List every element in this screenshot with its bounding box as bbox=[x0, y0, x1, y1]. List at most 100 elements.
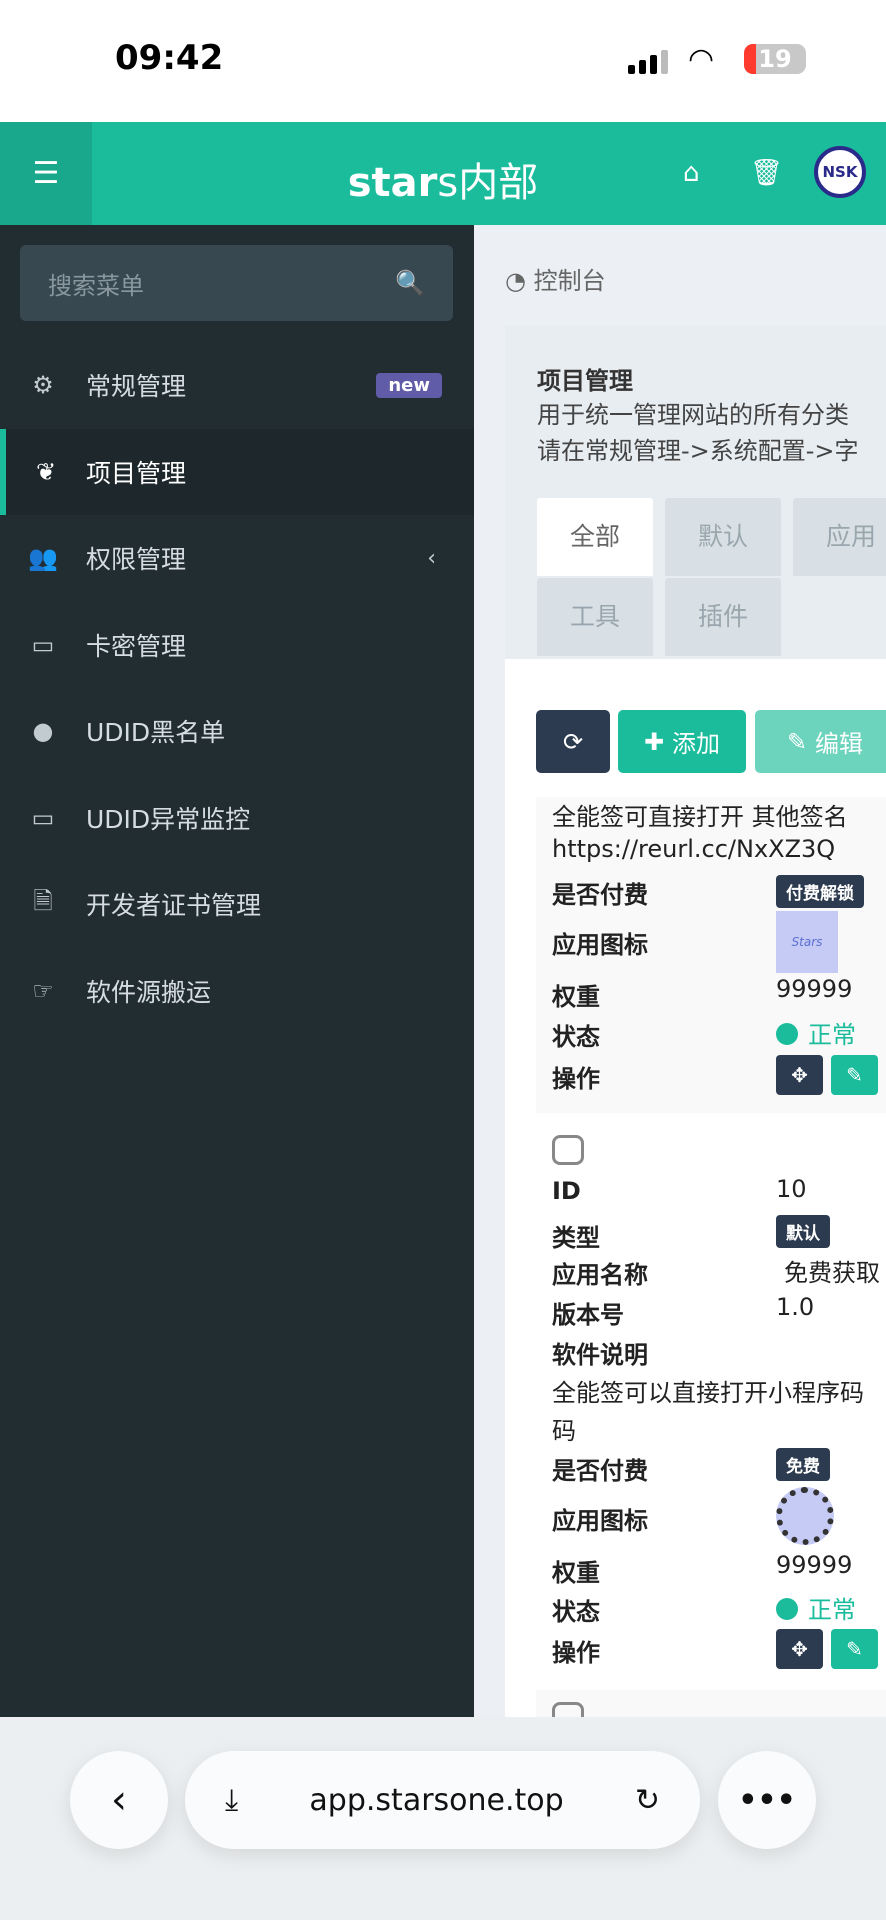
avatar[interactable]: NSK bbox=[814, 146, 866, 198]
sidebar: 搜索菜单 🔍 ⚙ 常规管理 new ❦ 项目管理 👥 权限管理 ‹ ▭ 卡密管理 ● UDID黑… bbox=[0, 225, 474, 1717]
edit-row-icon[interactable]: ✎ bbox=[831, 1629, 878, 1669]
field-label: 版本号 bbox=[552, 1301, 624, 1329]
address-bar[interactable]: ⤓ app.starsone.top ↻ bbox=[185, 1751, 700, 1849]
sidebar-item-label: 项目管理 bbox=[86, 459, 187, 488]
paid-badge: 免费 bbox=[776, 1448, 830, 1481]
field-label: 操作 bbox=[552, 1065, 600, 1093]
sidebar-item-certificates[interactable]: 🗎 开发者证书管理 bbox=[0, 861, 474, 947]
bomb-icon: ● bbox=[32, 717, 54, 745]
record-description: 全能签可直接打开 其他签名 bbox=[552, 803, 848, 831]
more-button[interactable]: ••• bbox=[718, 1751, 816, 1849]
search-placeholder: 搜索菜单 bbox=[48, 271, 144, 300]
row-checkbox[interactable] bbox=[552, 1702, 584, 1717]
trash-icon[interactable]: 🗑 bbox=[750, 158, 783, 188]
sidebar-item-general[interactable]: ⚙ 常规管理 new bbox=[0, 342, 474, 428]
url-text[interactable]: app.starsone.top bbox=[309, 1783, 563, 1818]
chevron-left-icon: ‹ bbox=[111, 1777, 127, 1823]
wifi-icon: ◠ bbox=[688, 42, 715, 77]
app-icon-image: Stars bbox=[776, 911, 838, 973]
tab-tools[interactable]: 工具 bbox=[537, 578, 653, 656]
top-navbar: ☰ stars内部 ⌂ 🗑 NSK bbox=[0, 122, 886, 225]
move-icon[interactable]: ✥ bbox=[776, 1055, 823, 1095]
brand-bold: star bbox=[347, 160, 438, 206]
sidebar-item-label: UDID黑名单 bbox=[86, 718, 226, 747]
record-card: 全能签可直接打开 其他签名 https://reurl.cc/NxXZ3Q 是否… bbox=[536, 797, 886, 1113]
dashboard-icon: ◔ bbox=[505, 267, 534, 295]
weight-value: 99999 bbox=[776, 1551, 853, 1579]
back-button[interactable]: ‹ bbox=[70, 1751, 168, 1849]
add-button[interactable]: ✚ 添加 bbox=[618, 710, 746, 773]
record-card: ID 10 类型 默认 应用名称 免费获取 版本号 1.0 软件说明 全能签可以… bbox=[536, 1115, 886, 1685]
search-menu-input[interactable]: 搜索菜单 🔍 bbox=[20, 245, 453, 321]
field-label: 软件说明 bbox=[552, 1341, 648, 1369]
main-content: ◔ 控制台 项目管理 用于统一管理网站的所有分类 请在常规管理->系统配置->字… bbox=[474, 225, 886, 1717]
move-icon[interactable]: ✥ bbox=[776, 1629, 823, 1669]
users-icon: 👥 bbox=[28, 544, 58, 572]
sidebar-item-cards[interactable]: ▭ 卡密管理 bbox=[0, 602, 474, 688]
field-label: 状态 bbox=[552, 1598, 600, 1626]
sidebar-item-source-transfer[interactable]: ☞ 软件源搬运 bbox=[0, 948, 474, 1034]
file-excel-icon: 🗎 bbox=[33, 886, 53, 915]
field-label: 是否付费 bbox=[552, 1457, 648, 1485]
field-label: 是否付费 bbox=[552, 881, 648, 909]
chevron-left-icon: ‹ bbox=[427, 545, 436, 571]
clock: 09:42 bbox=[115, 38, 224, 78]
tab-default[interactable]: 默认 bbox=[665, 498, 781, 576]
breadcrumb[interactable]: ◔ 控制台 bbox=[505, 261, 606, 296]
hand-point-icon: ☞ bbox=[32, 977, 54, 1005]
home-icon[interactable]: ⌂ bbox=[683, 158, 700, 188]
download-icon[interactable]: ⤓ bbox=[225, 1783, 238, 1818]
panel-description: 用于统一管理网站的所有分类 bbox=[537, 401, 849, 429]
add-label: 添加 bbox=[672, 730, 721, 758]
type-badge: 默认 bbox=[776, 1215, 830, 1248]
sidebar-item-projects[interactable]: ❦ 项目管理 bbox=[0, 429, 474, 515]
field-label: 操作 bbox=[552, 1639, 600, 1667]
qr-code-icon bbox=[776, 1487, 834, 1545]
refresh-button[interactable]: ⟳ bbox=[536, 710, 610, 773]
field-label: 状态 bbox=[552, 1023, 600, 1051]
tab-apps[interactable]: 应用 bbox=[793, 498, 886, 576]
battery-level: 19 bbox=[758, 45, 792, 73]
row-checkbox[interactable] bbox=[552, 1135, 584, 1165]
version-value: 1.0 bbox=[776, 1293, 815, 1321]
field-label: 应用图标 bbox=[552, 931, 648, 959]
plus-icon: ✚ bbox=[643, 727, 665, 756]
leaf-icon: ❦ bbox=[35, 458, 57, 486]
status-bar: 09:42 ◠ 19 bbox=[0, 0, 886, 122]
edit-label: 编辑 bbox=[815, 730, 864, 758]
sidebar-item-udid-blacklist[interactable]: ● UDID黑名单 bbox=[0, 688, 474, 774]
tab-plugins[interactable]: 插件 bbox=[665, 578, 781, 656]
status-value: 正常 bbox=[776, 1590, 856, 1625]
browser-toolbar: ‹ ⤓ app.starsone.top ↻ ••• bbox=[0, 1717, 886, 1920]
edit-row-icon[interactable]: ✎ bbox=[831, 1055, 878, 1095]
search-icon[interactable]: 🔍 bbox=[395, 269, 425, 297]
sidebar-item-permissions[interactable]: 👥 权限管理 ‹ bbox=[0, 515, 474, 601]
edit-button[interactable]: ✎ 编辑 bbox=[755, 710, 886, 773]
sidebar-item-label: 卡密管理 bbox=[86, 632, 187, 661]
battery-icon: 19 bbox=[744, 44, 806, 74]
panel-header: 项目管理 用于统一管理网站的所有分类 请在常规管理->系统配置->字 全部 默认… bbox=[505, 325, 886, 659]
sidebar-item-label: UDID异常监控 bbox=[86, 805, 251, 834]
refresh-icon: ⟳ bbox=[562, 727, 584, 756]
sidebar-item-label: 软件源搬运 bbox=[86, 978, 212, 1007]
sidebar-item-udid-monitor[interactable]: ▭ UDID异常监控 bbox=[0, 775, 474, 861]
app-name-value: 免费获取 bbox=[784, 1259, 880, 1287]
field-label: 权重 bbox=[552, 983, 600, 1011]
signal-icon bbox=[628, 50, 668, 74]
breadcrumb-label: 控制台 bbox=[533, 267, 606, 295]
weight-value: 99999 bbox=[776, 975, 853, 1003]
field-label: ID bbox=[552, 1177, 581, 1205]
tab-all[interactable]: 全部 bbox=[537, 498, 653, 576]
sidebar-item-label: 常规管理 bbox=[86, 372, 187, 401]
record-url[interactable]: https://reurl.cc/NxXZ3Q bbox=[552, 835, 835, 863]
reload-icon[interactable]: ↻ bbox=[635, 1783, 660, 1818]
field-label: 应用图标 bbox=[552, 1507, 648, 1535]
new-badge: new bbox=[376, 372, 442, 398]
id-value: 10 bbox=[776, 1175, 807, 1203]
more-icon: ••• bbox=[738, 1782, 796, 1818]
desktop-icon: ▭ bbox=[31, 804, 55, 832]
record-card bbox=[536, 1690, 886, 1717]
panel-title: 项目管理 bbox=[537, 367, 633, 395]
sidebar-item-label: 开发者证书管理 bbox=[86, 891, 262, 920]
field-label: 权重 bbox=[552, 1559, 600, 1587]
